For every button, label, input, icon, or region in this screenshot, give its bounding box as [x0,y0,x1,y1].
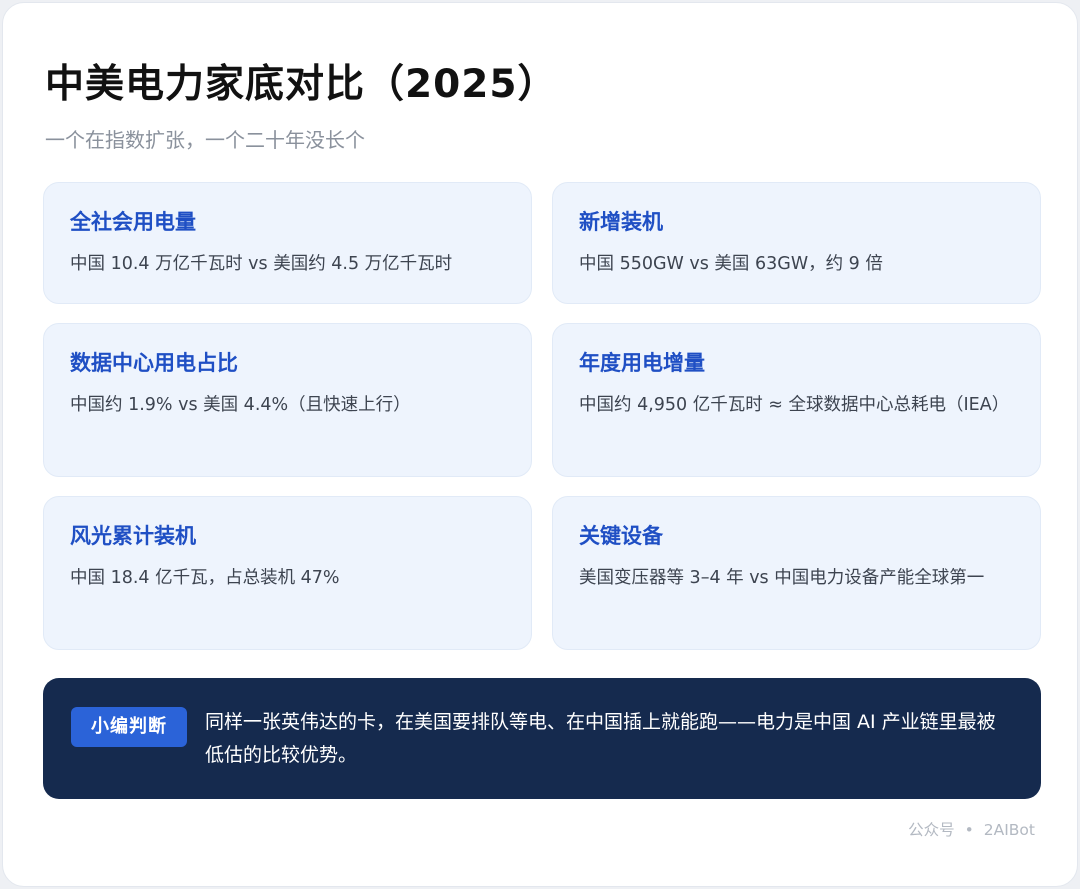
verdict-text: 同样一张英伟达的卡，在美国要排队等电、在中国插上就能跑——电力是中国 AI 产业… [205,711,996,766]
stat-label: 数据中心用电占比 [70,351,238,375]
stat-value: 中国约 1.9% vs 美国 4.4%（且快速上行） [70,395,411,415]
stat-card-key-equipment: 关键设备 美国变压器等 3–4 年 vs 中国电力设备产能全球第一 [552,496,1041,650]
stat-card-electricity-consumption: 全社会用电量 中国 10.4 万亿千瓦时 vs 美国约 4.5 万亿千瓦时 [43,182,532,304]
infographic-card: 中美电力家底对比（2025） 一个在指数扩张，一个二十年没长个 全社会用电量 中… [2,2,1078,887]
stat-value: 中国 550GW vs 美国 63GW，约 9 倍 [579,254,883,274]
stat-label: 年度用电增量 [579,351,705,375]
stat-value: 中国约 4,950 亿千瓦时 ≈ 全球数据中心总耗电（IEA） [579,395,1010,415]
stat-label: 风光累计装机 [70,524,196,548]
editor-verdict-box: 小编判断 同样一张英伟达的卡，在美国要排队等电、在中国插上就能跑——电力是中国 … [43,678,1041,799]
stat-label: 新增装机 [579,210,663,234]
stat-value: 中国 10.4 万亿千瓦时 vs 美国约 4.5 万亿千瓦时 [70,254,453,274]
stat-card-new-capacity: 新增装机 中国 550GW vs 美国 63GW，约 9 倍 [552,182,1041,304]
stat-card-wind-solar: 风光累计装机 中国 18.4 亿千瓦，占总装机 47% [43,496,532,650]
page-title: 中美电力家底对比（2025） [45,62,558,107]
verdict-badge: 小编判断 [71,707,187,747]
footer-platform: 公众号 [908,821,955,839]
stat-value: 美国变压器等 3–4 年 vs 中国电力设备产能全球第一 [579,568,985,588]
stat-value: 中国 18.4 亿千瓦，占总装机 47% [70,568,340,588]
footer-separator: • [964,821,974,839]
stat-label: 关键设备 [579,524,663,548]
stat-card-annual-increase: 年度用电增量 中国约 4,950 亿千瓦时 ≈ 全球数据中心总耗电（IEA） [552,323,1041,477]
page-subtitle: 一个在指数扩张，一个二十年没长个 [45,128,365,152]
footer-account: 2AIBot [983,821,1035,839]
stat-label: 全社会用电量 [70,210,196,234]
footer-attribution: 公众号 • 2AIBot [908,819,1035,841]
stat-card-datacenter-share: 数据中心用电占比 中国约 1.9% vs 美国 4.4%（且快速上行） [43,323,532,477]
